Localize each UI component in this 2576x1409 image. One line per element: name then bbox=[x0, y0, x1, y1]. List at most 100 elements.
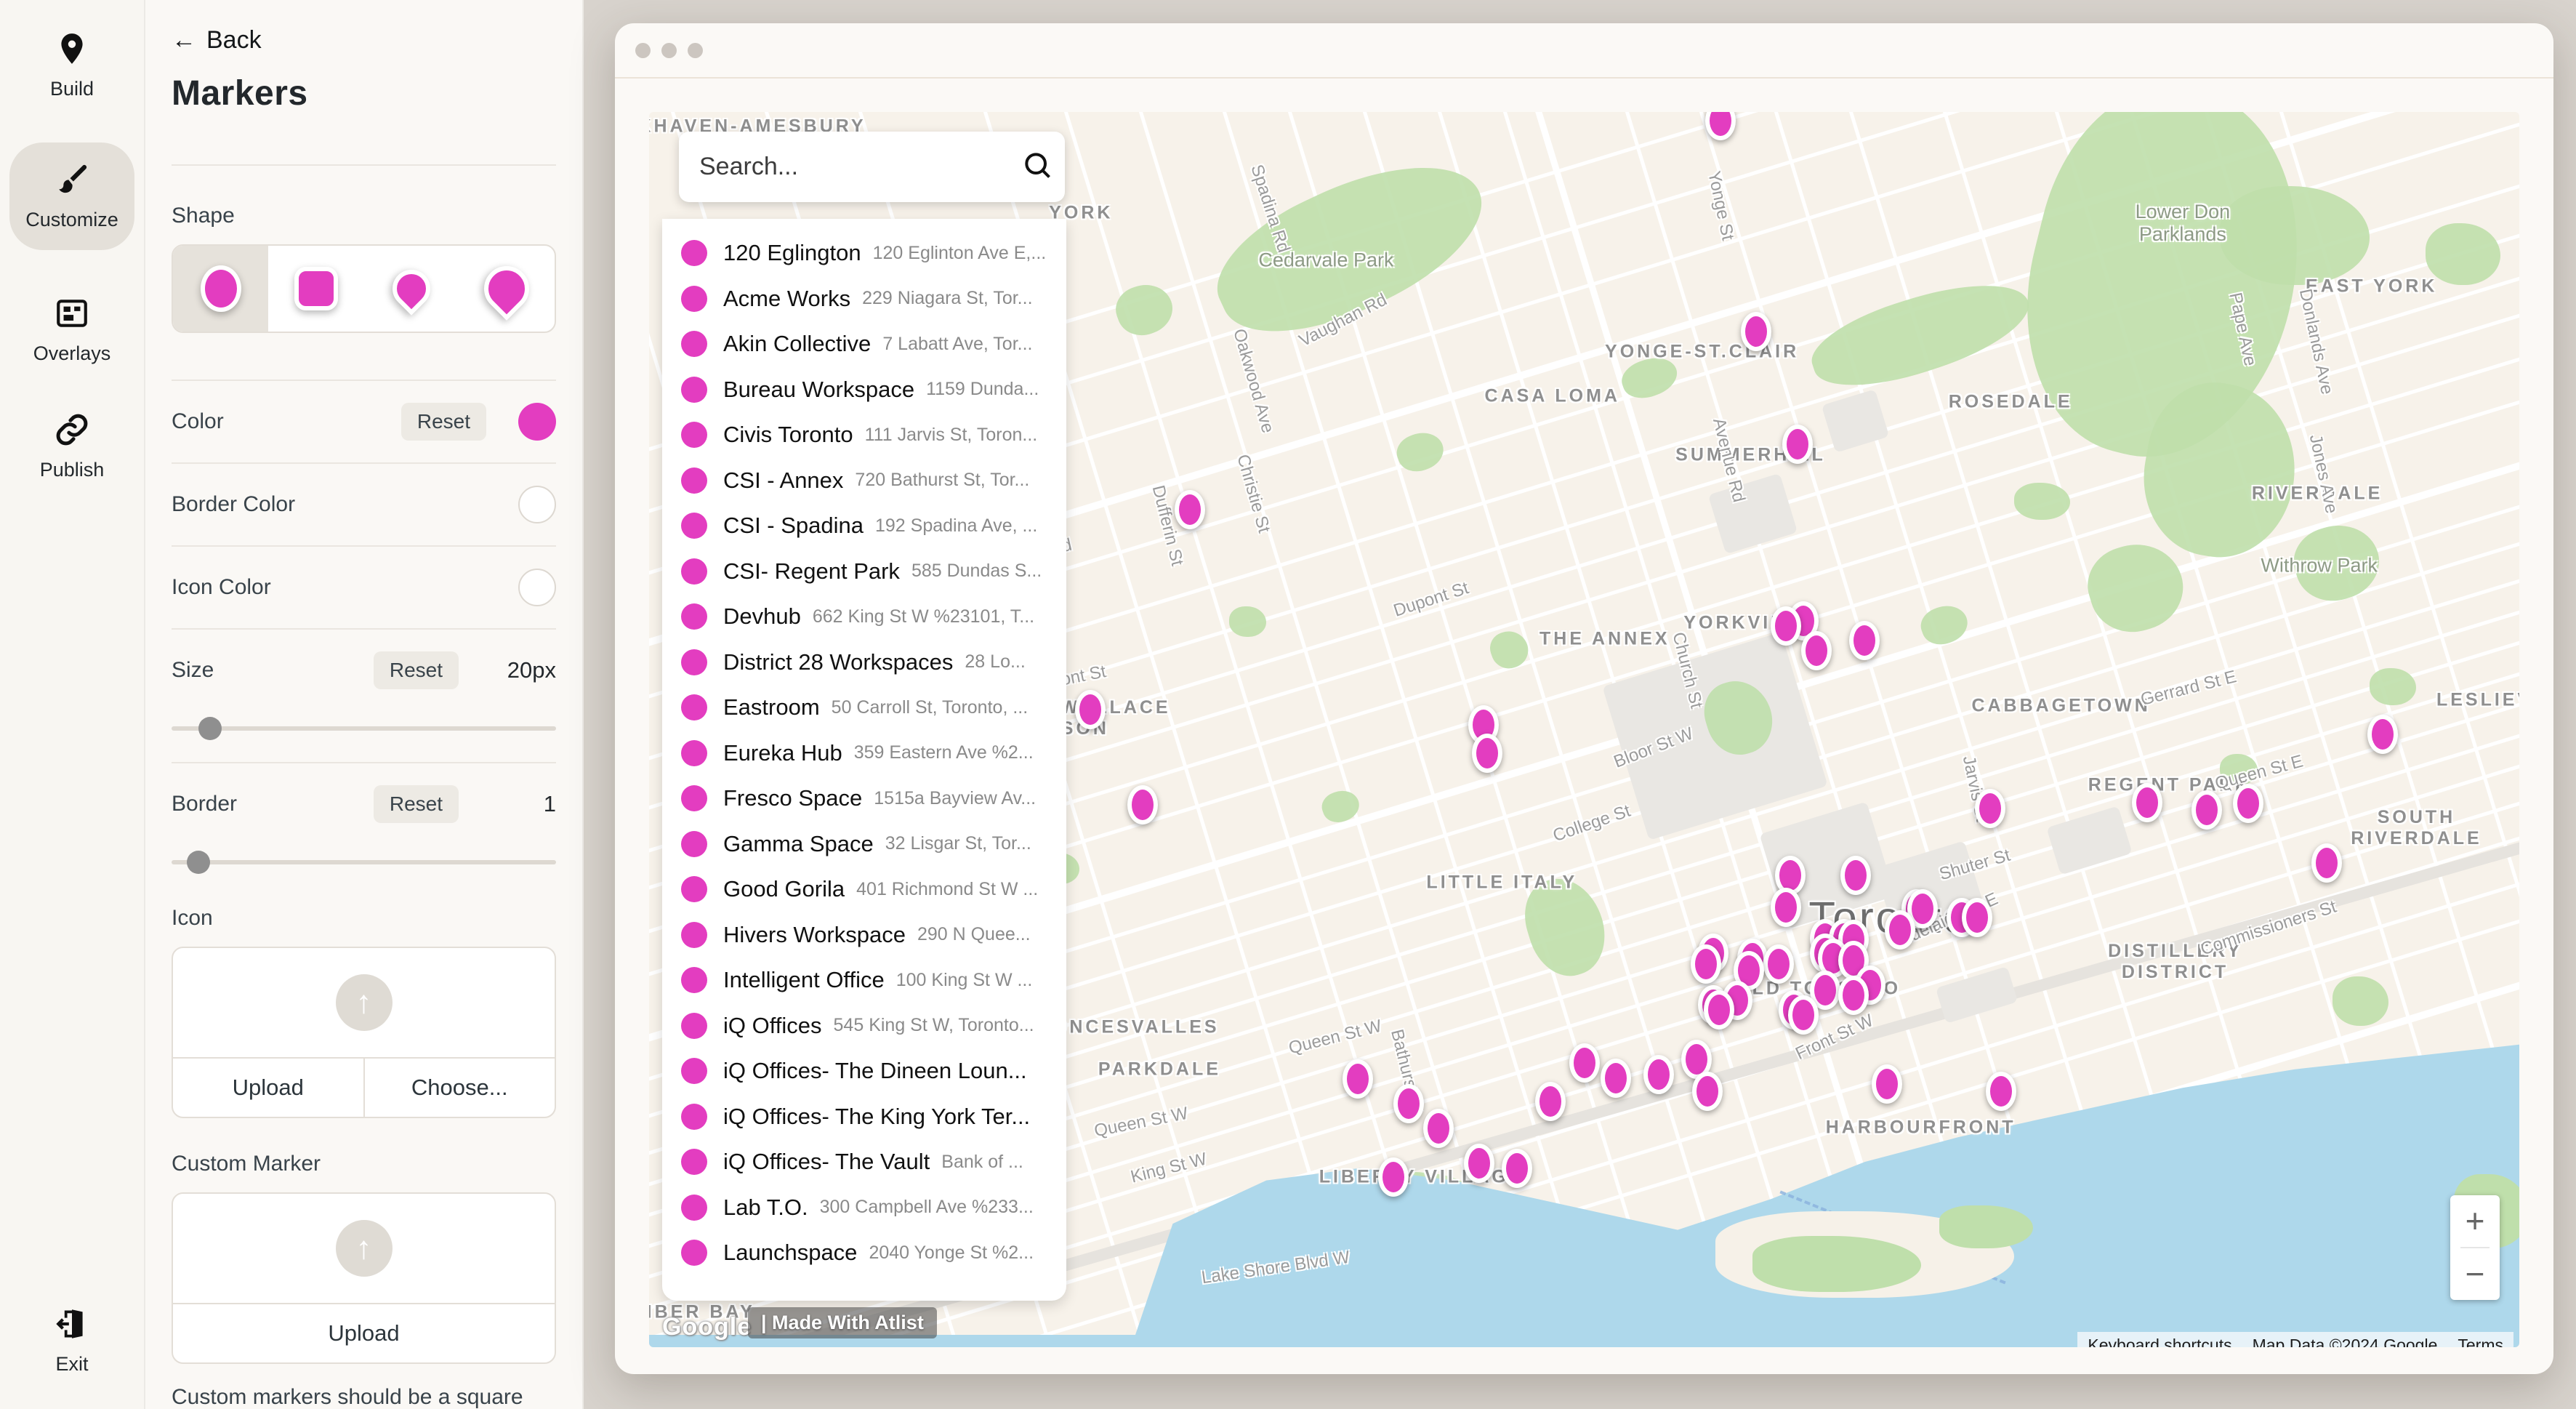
list-item[interactable]: iQ Offices- The Vault Bank of ... bbox=[662, 1139, 1066, 1185]
map-marker[interactable] bbox=[1423, 1109, 1454, 1148]
map-marker[interactable] bbox=[1175, 490, 1205, 529]
list-item[interactable]: iQ Offices- The Dineen Loun... bbox=[662, 1048, 1066, 1094]
back-button[interactable]: ← Back bbox=[172, 26, 556, 55]
list-item[interactable]: Acme Works 229 Niagara St, Tor... bbox=[662, 276, 1066, 322]
border-slider[interactable] bbox=[172, 848, 556, 877]
list-marker-dot-icon bbox=[681, 1149, 707, 1175]
rail-item-overlays[interactable]: Overlays bbox=[33, 295, 111, 365]
map-marker[interactable] bbox=[1849, 621, 1880, 660]
shape-option-pin-small[interactable] bbox=[364, 246, 459, 332]
map-marker[interactable] bbox=[1691, 944, 1721, 984]
map-marker[interactable] bbox=[1763, 944, 1794, 984]
rail-item-build[interactable]: Build bbox=[50, 31, 94, 100]
search-input[interactable] bbox=[699, 153, 1021, 181]
list-item[interactable]: Eureka Hub 359 Eastern Ave %2... bbox=[662, 731, 1066, 776]
search-icon[interactable] bbox=[1021, 149, 1053, 185]
map-marker[interactable] bbox=[1393, 1084, 1424, 1123]
list-item[interactable]: District 28 Workspaces 28 Lo... bbox=[662, 640, 1066, 686]
list-item[interactable]: Lab T.O. 300 Campbell Ave %233... bbox=[662, 1185, 1066, 1231]
map-marker[interactable] bbox=[1378, 1157, 1409, 1197]
map-marker[interactable] bbox=[1801, 631, 1832, 670]
rail-item-exit[interactable]: Exit bbox=[54, 1306, 90, 1376]
map-marker[interactable] bbox=[1838, 976, 1869, 1015]
size-slider[interactable] bbox=[172, 714, 556, 743]
shape-option-pin[interactable] bbox=[459, 246, 555, 332]
list-item[interactable]: Civis Toronto 111 Jarvis St, Toron... bbox=[662, 412, 1066, 458]
marker-list-panel: 120 Eglington 120 Eglinton Ave E,... Acm… bbox=[662, 219, 1066, 1301]
map-marker[interactable] bbox=[1704, 990, 1734, 1029]
list-item[interactable]: iQ Offices 545 King St W, Toronto... bbox=[662, 1003, 1066, 1049]
map-marker[interactable] bbox=[1975, 789, 2005, 828]
border-reset-button[interactable]: Reset bbox=[374, 785, 459, 823]
list-item[interactable]: CSI - Annex 720 Bathurst St, Tor... bbox=[662, 458, 1066, 504]
icon-upload-button[interactable]: Upload bbox=[173, 1059, 363, 1117]
map-canvas[interactable]: 120 Eglington 120 Eglinton Ave E,... Acm… bbox=[649, 112, 2519, 1347]
map-marker[interactable] bbox=[2311, 843, 2342, 883]
list-item-address: 120 Eglinton Ave E,... bbox=[873, 243, 1047, 264]
list-item[interactable]: CSI- Regent Park 585 Dundas S... bbox=[662, 549, 1066, 595]
list-item-address: 100 King St W ... bbox=[896, 970, 1033, 991]
map-marker[interactable] bbox=[1788, 995, 1819, 1035]
map-marker[interactable] bbox=[1502, 1149, 1532, 1188]
border-color-swatch[interactable] bbox=[518, 486, 556, 523]
shape-option-circle[interactable] bbox=[173, 246, 268, 332]
list-item-address: 401 Richmond St W ... bbox=[856, 879, 1038, 900]
made-with-atlist-badge[interactable]: | Made With Atlist bbox=[748, 1307, 937, 1338]
list-item[interactable]: CSI - Spadina 192 Spadina Ave, ... bbox=[662, 503, 1066, 549]
map-marker[interactable] bbox=[1962, 898, 1992, 937]
map-marker[interactable] bbox=[1464, 1144, 1494, 1183]
color-swatch[interactable] bbox=[518, 403, 556, 441]
map-marker[interactable] bbox=[1782, 425, 1813, 464]
map-marker[interactable] bbox=[1872, 1064, 1902, 1104]
map-marker[interactable] bbox=[1986, 1072, 2016, 1111]
list-item[interactable]: Hivers Workspace 290 N Quee... bbox=[662, 912, 1066, 958]
map-marker[interactable] bbox=[1771, 606, 1801, 646]
list-item[interactable]: Intelligent Office 100 King St W ... bbox=[662, 958, 1066, 1003]
map-marker[interactable] bbox=[1343, 1059, 1373, 1099]
map-marker[interactable] bbox=[2233, 784, 2263, 823]
list-item[interactable]: Bureau Workspace 1159 Dunda... bbox=[662, 367, 1066, 413]
color-reset-button[interactable]: Reset bbox=[401, 403, 486, 441]
list-item[interactable]: Launchspace 2040 Yonge St %2... bbox=[662, 1230, 1066, 1276]
map-marker[interactable] bbox=[1075, 690, 1106, 729]
map-marker[interactable] bbox=[2367, 715, 2398, 754]
keyboard-shortcuts-link[interactable]: Keyboard shortcuts bbox=[2077, 1332, 2242, 1347]
icon-choose-button[interactable]: Choose... bbox=[363, 1059, 555, 1117]
custom-marker-drop-zone[interactable]: ↑ bbox=[173, 1194, 555, 1303]
street-label: Dupont St bbox=[1390, 578, 1470, 622]
map-marker[interactable] bbox=[1771, 888, 1801, 927]
custom-marker-upload-button[interactable]: Upload bbox=[173, 1304, 555, 1362]
icon-drop-zone[interactable]: ↑ bbox=[173, 948, 555, 1057]
size-slider-knob[interactable] bbox=[198, 717, 222, 740]
list-item[interactable]: Good Gorila 401 Richmond St W ... bbox=[662, 867, 1066, 912]
icon-upload-box: ↑ Upload Choose... bbox=[172, 947, 556, 1118]
map-marker[interactable] bbox=[1885, 910, 1915, 950]
border-slider-knob[interactable] bbox=[187, 851, 210, 874]
map-marker[interactable] bbox=[1569, 1043, 1600, 1083]
rail-item-publish[interactable]: Publish bbox=[40, 412, 105, 481]
list-item[interactable]: Fresco Space 1515a Bayview Av... bbox=[662, 776, 1066, 822]
map-marker[interactable] bbox=[2132, 783, 2162, 822]
size-reset-button[interactable]: Reset bbox=[374, 651, 459, 689]
list-item[interactable]: 120 Eglington 120 Eglinton Ave E,... bbox=[662, 230, 1066, 276]
map-marker[interactable] bbox=[1535, 1082, 1566, 1121]
map-marker[interactable] bbox=[1840, 856, 1871, 895]
map-marker[interactable] bbox=[2191, 790, 2222, 830]
icon-color-swatch[interactable] bbox=[518, 569, 556, 606]
map-marker[interactable] bbox=[1741, 312, 1771, 351]
list-item[interactable]: Eastroom 50 Carroll St, Toronto, ... bbox=[662, 685, 1066, 731]
shape-option-square[interactable] bbox=[268, 246, 363, 332]
list-item[interactable]: iQ Offices- The King York Ter... bbox=[662, 1094, 1066, 1140]
map-marker[interactable] bbox=[1601, 1059, 1631, 1098]
list-item[interactable]: Akin Collective 7 Labatt Ave, Tor... bbox=[662, 321, 1066, 367]
map-marker[interactable] bbox=[1127, 785, 1158, 824]
terms-link[interactable]: Terms bbox=[2447, 1332, 2513, 1347]
map-marker[interactable] bbox=[1472, 734, 1502, 773]
zoom-in-button[interactable]: + bbox=[2450, 1195, 2500, 1247]
map-marker[interactable] bbox=[1692, 1072, 1723, 1111]
map-marker[interactable] bbox=[1643, 1055, 1674, 1094]
zoom-out-button[interactable]: − bbox=[2450, 1248, 2500, 1300]
list-item[interactable]: Gamma Space 32 Lisgar St, Tor... bbox=[662, 822, 1066, 867]
list-item[interactable]: Devhub 662 King St W %23101, T... bbox=[662, 594, 1066, 640]
rail-item-customize[interactable]: Customize bbox=[9, 142, 134, 250]
